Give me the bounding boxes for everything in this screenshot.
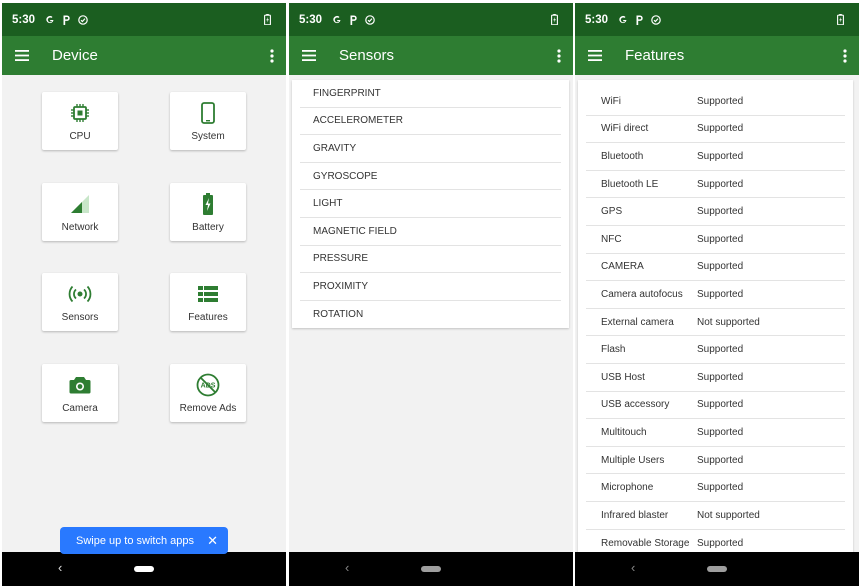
tile-system[interactable]: System — [170, 92, 246, 150]
sensor-icon — [67, 282, 93, 306]
feature-row: Camera autofocus Supported — [586, 281, 845, 309]
tile-camera[interactable]: Camera — [42, 364, 118, 422]
check-circle-icon — [78, 14, 88, 25]
nav-bar: ‹ — [289, 552, 573, 586]
tile-label: Battery — [192, 221, 224, 233]
sensor-item-rotation[interactable]: ROTATION — [300, 301, 561, 329]
tile-remove-ads[interactable]: ADS Remove Ads — [170, 364, 246, 422]
home-pill[interactable] — [421, 566, 441, 572]
tile-label: Camera — [62, 402, 98, 414]
app-bar: Features — [575, 36, 859, 75]
tile-battery[interactable]: Battery — [170, 183, 246, 241]
parking-icon — [635, 15, 644, 25]
feature-row: Multitouch Supported — [586, 419, 845, 447]
status-time: 5:30 — [585, 13, 609, 26]
tile-label: CPU — [69, 130, 91, 142]
status-bar: 5:30 — [2, 3, 286, 36]
features-screen: 5:30 Features WiFi Supported WiFi direct S… — [575, 3, 859, 586]
feature-row: GPS Supported — [586, 198, 845, 226]
parking-icon — [62, 15, 71, 25]
status-bar: 5:30 — [575, 3, 859, 36]
sensor-item-gyroscope[interactable]: GYROSCOPE — [300, 163, 561, 191]
check-circle-icon — [651, 14, 661, 25]
sensor-list: FINGERPRINT ACCELEROMETER GRAVITY GYROSC… — [292, 80, 569, 329]
battery-charging-icon — [202, 192, 214, 216]
feature-row: NFC Supported — [586, 226, 845, 254]
status-time: 5:30 — [12, 13, 36, 26]
battery-icon — [837, 14, 844, 25]
nav-bar: ‹ — [575, 552, 859, 586]
menu-icon[interactable] — [575, 36, 615, 75]
feature-row: USB Host Supported — [586, 364, 845, 392]
device-screen: 5:30 Device CPU System Network Battery S… — [2, 3, 286, 586]
google-icon — [618, 15, 628, 25]
back-icon[interactable]: ‹ — [58, 560, 62, 575]
feature-row: External camera Not supported — [586, 309, 845, 337]
battery-icon — [551, 14, 558, 25]
sensor-item-fingerprint[interactable]: FINGERPRINT — [300, 80, 561, 108]
feature-row: Bluetooth LE Supported — [586, 171, 845, 199]
sensor-item-gravity[interactable]: GRAVITY — [300, 135, 561, 163]
google-icon — [45, 15, 55, 25]
sensor-item-light[interactable]: LIGHT — [300, 190, 561, 218]
app-bar: Sensors — [289, 36, 573, 75]
sensor-item-proximity[interactable]: PROXIMITY — [300, 273, 561, 301]
tile-network[interactable]: Network — [42, 183, 118, 241]
feature-row: Multiple Users Supported — [586, 447, 845, 475]
tile-label: Remove Ads — [179, 402, 237, 414]
status-time: 5:30 — [299, 13, 323, 26]
tile-sensors[interactable]: Sensors — [42, 273, 118, 331]
chip-icon — [70, 101, 90, 125]
page-title: Device — [52, 47, 98, 64]
feature-row: Infrared blaster Not supported — [586, 502, 845, 530]
nav-bar: ‹ — [2, 552, 286, 586]
tile-features[interactable]: Features — [170, 273, 246, 331]
toast-swipe-up[interactable]: Swipe up to switch apps ✕ — [60, 527, 228, 554]
sensor-item-pressure[interactable]: PRESSURE — [300, 246, 561, 274]
back-icon[interactable]: ‹ — [631, 560, 635, 575]
camera-icon — [69, 373, 91, 397]
tile-cpu[interactable]: CPU — [42, 92, 118, 150]
feature-row: Flash Supported — [586, 336, 845, 364]
close-icon[interactable]: ✕ — [207, 533, 218, 549]
tile-label: Features — [188, 311, 228, 323]
more-vert-icon[interactable] — [545, 36, 573, 75]
toast-text: Swipe up to switch apps — [76, 534, 195, 547]
tile-label: System — [191, 130, 225, 142]
battery-icon — [264, 14, 271, 25]
tile-label: Sensors — [61, 311, 99, 323]
status-bar: 5:30 — [289, 3, 573, 36]
features-content: WiFi Supported WiFi direct Supported Bluet… — [575, 75, 859, 558]
no-ads-icon: ADS — [196, 373, 220, 397]
page-title: Sensors — [339, 47, 395, 64]
google-icon — [332, 15, 342, 25]
page-title: Features — [625, 47, 685, 64]
parking-icon — [349, 15, 358, 25]
menu-icon[interactable] — [2, 36, 42, 75]
sensors-content: FINGERPRINT ACCELEROMETER GRAVITY GYROSC… — [289, 75, 573, 552]
feature-row: WiFi Supported — [586, 88, 845, 116]
menu-icon[interactable] — [289, 36, 329, 75]
app-bar: Device — [2, 36, 286, 75]
more-vert-icon[interactable] — [831, 36, 859, 75]
sensor-item-accelerometer[interactable]: ACCELEROMETER — [300, 108, 561, 136]
feature-row: WiFi direct Supported — [586, 116, 845, 144]
sensor-item-magnetic-field[interactable]: MAGNETIC FIELD — [300, 218, 561, 246]
home-pill[interactable] — [707, 566, 727, 572]
check-circle-icon — [365, 14, 375, 25]
feature-row: CAMERA Supported — [586, 254, 845, 282]
device-grid: CPU System Network Battery Sensors Featu… — [2, 75, 286, 552]
phone-icon — [201, 101, 215, 125]
more-vert-icon[interactable] — [258, 36, 286, 75]
home-pill[interactable] — [134, 566, 154, 572]
signal-icon — [70, 192, 90, 216]
tile-label: Network — [61, 221, 99, 233]
feature-row: USB accessory Supported — [586, 392, 845, 420]
feature-row: Microphone Supported — [586, 474, 845, 502]
back-icon[interactable]: ‹ — [345, 560, 349, 575]
sensors-screen: 5:30 Sensors FINGERPRINT ACCELEROMETER G… — [289, 3, 573, 586]
feature-list: WiFi Supported WiFi direct Supported Bluet… — [578, 80, 853, 558]
list-icon — [198, 282, 218, 306]
feature-row: Bluetooth Supported — [586, 143, 845, 171]
